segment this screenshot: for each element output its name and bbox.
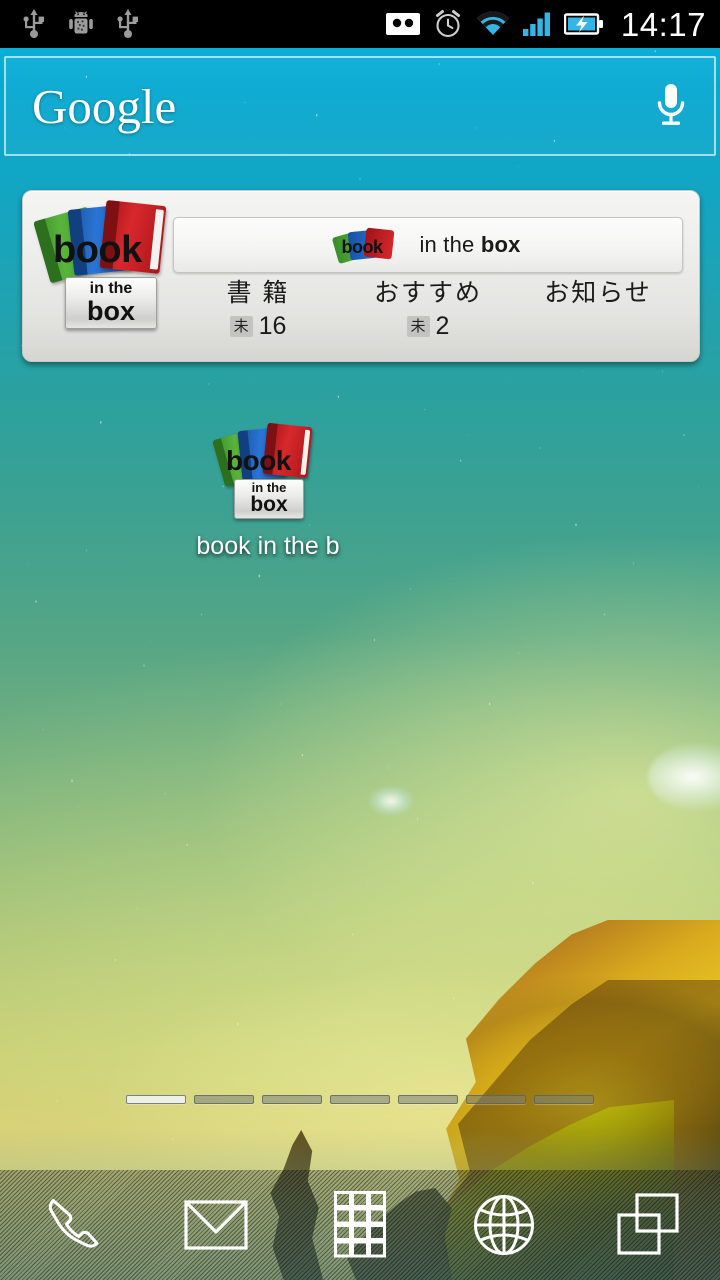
battery-charging-icon bbox=[563, 11, 604, 37]
phone-icon bbox=[40, 1193, 104, 1257]
page-dash-5[interactable] bbox=[398, 1094, 458, 1104]
bitb-category-row: 書 籍 未 16 おすすめ 未 2 お知らせ bbox=[173, 279, 703, 351]
page-dash-3[interactable] bbox=[262, 1094, 322, 1104]
cellular-signal-icon bbox=[522, 11, 551, 37]
bitb-header-label-bold: box bbox=[480, 232, 521, 257]
app-icon-label: book in the b bbox=[196, 532, 340, 560]
page-indicator[interactable] bbox=[0, 1092, 720, 1106]
app-icon-book-in-the-box[interactable]: book in the box book in the b bbox=[186, 422, 350, 584]
google-search-widget[interactable]: Google bbox=[4, 56, 716, 156]
icon-box-plate: in the box bbox=[234, 479, 304, 519]
voice-search-button[interactable] bbox=[654, 82, 688, 130]
logo-plate-bottom-text: box bbox=[86, 295, 135, 326]
unread-badge: 未 bbox=[229, 315, 253, 337]
dock-item-browser[interactable] bbox=[444, 1170, 564, 1280]
status-bar-right-icons: 14:17 bbox=[385, 5, 720, 43]
google-wordmark: Google bbox=[32, 78, 177, 134]
bitb-header-label: in the box bbox=[419, 232, 520, 258]
logo-book-word: book bbox=[53, 229, 142, 271]
android-debug-icon bbox=[68, 9, 94, 39]
mini-logo-book-word: book bbox=[341, 237, 383, 257]
bitb-category-label: おすすめ bbox=[373, 279, 482, 307]
status-bar-left-icons bbox=[0, 9, 140, 39]
page-dash-6[interactable] bbox=[466, 1094, 526, 1104]
dock-item-messaging[interactable] bbox=[156, 1170, 276, 1280]
icon-plate-bottom-text: box bbox=[250, 493, 288, 517]
dock-item-task-switcher[interactable] bbox=[588, 1170, 708, 1280]
unread-number: 16 bbox=[258, 311, 287, 340]
bitb-category-books[interactable]: 書 籍 未 16 bbox=[173, 279, 343, 341]
voicemail-icon bbox=[385, 11, 420, 37]
page-dash-2[interactable] bbox=[194, 1094, 254, 1104]
logo-plate-top-text: in the bbox=[89, 279, 133, 297]
bitb-category-news[interactable]: お知らせ bbox=[513, 279, 683, 308]
usb-icon bbox=[22, 9, 46, 39]
bitb-unread-count: 未 16 bbox=[229, 311, 287, 341]
book-in-the-box-mini-logo: book bbox=[332, 227, 409, 265]
envelope-icon bbox=[184, 1200, 248, 1250]
bitb-unread-count: 未 2 bbox=[406, 311, 450, 341]
bitb-header-bar[interactable]: book in the box bbox=[173, 217, 683, 273]
unread-badge: 未 bbox=[406, 315, 430, 337]
book-in-the-box-widget[interactable]: book in the box book in the box 書 籍 未 16… bbox=[22, 190, 700, 362]
microphone-icon bbox=[654, 82, 688, 130]
usb-icon bbox=[116, 9, 140, 39]
page-dash-1[interactable] bbox=[126, 1094, 186, 1104]
page-dash-4[interactable] bbox=[330, 1094, 390, 1104]
unread-number: 2 bbox=[435, 311, 450, 340]
status-bar-clock: 14:17 bbox=[620, 5, 706, 43]
overlapping-windows-icon bbox=[615, 1193, 681, 1257]
bitb-category-label: 書 籍 bbox=[226, 279, 290, 307]
home-screen: 14:17 Google book in the box book in the… bbox=[0, 0, 720, 1280]
alarm-clock-icon bbox=[433, 9, 463, 39]
dock-item-phone[interactable] bbox=[12, 1170, 132, 1280]
book-in-the-box-icon: book in the box bbox=[212, 422, 320, 520]
bitb-header-label-light: in the bbox=[419, 232, 481, 257]
bitb-category-recommended[interactable]: おすすめ 未 2 bbox=[343, 279, 513, 341]
status-bar[interactable]: 14:17 bbox=[0, 0, 720, 48]
icon-book-word: book bbox=[226, 445, 291, 476]
dock-item-all-apps[interactable] bbox=[300, 1170, 420, 1280]
bitb-category-label: お知らせ bbox=[544, 279, 652, 307]
wallpaper-nebula-small bbox=[368, 786, 414, 816]
globe-icon bbox=[473, 1194, 535, 1256]
logo-box-plate: in the box bbox=[65, 277, 157, 329]
app-grid-icon bbox=[334, 1191, 386, 1259]
page-dash-7[interactable] bbox=[534, 1094, 594, 1104]
book-in-the-box-logo: book in the box bbox=[33, 199, 179, 329]
wifi-icon bbox=[476, 11, 510, 37]
dock bbox=[0, 1170, 720, 1280]
